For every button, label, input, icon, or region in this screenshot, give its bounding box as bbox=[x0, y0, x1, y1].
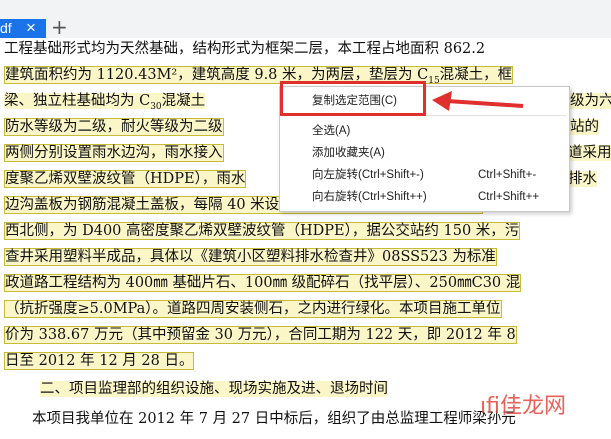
text-line: 工程基础形式均为天然基础，结构形式为框架二层，本工程占地面积 862.2 bbox=[4, 41, 486, 57]
text-line-tail: 级为六 bbox=[570, 90, 611, 112]
text-line-tail: 站的 bbox=[570, 119, 599, 135]
text-line: 防水等级为二级，耐火等级为二级 bbox=[4, 118, 224, 136]
menu-item-rotate-right[interactable]: 向右旋转(Ctrl+Shift++) bbox=[312, 188, 427, 206]
shortcut-rotate-right: Ctrl+Shift++ bbox=[478, 191, 540, 203]
text-line: 查井采用塑料半成品，具体以《建筑小区塑料排水检查井》08SS523 为标准 bbox=[4, 248, 497, 266]
text-line: 梁、独立柱基础均为 C30混凝土 bbox=[4, 93, 206, 112]
text-line: 本项目我单位在 2012 年 7 月 27 日中标后，组织了由总监理工程师梁孙元 bbox=[32, 411, 516, 427]
menu-item-select-all[interactable]: 全选(A) bbox=[312, 122, 350, 140]
text-line: 建筑面积约为 1120.43M²，建筑高度 9.8 米，为两层，垫层为 C15混… bbox=[4, 66, 514, 86]
annotation-highlight-box bbox=[280, 81, 426, 116]
section-heading: 二、项目监理部的组织设施、现场实施及进、退场时间 bbox=[40, 381, 388, 397]
text-line: （抗折强度≥5.0MPa）。道路四周安装侧石，之内进行绿化。本项目施工单位 bbox=[4, 300, 502, 318]
tab-bar: df × + bbox=[0, 0, 611, 39]
document-tab[interactable]: df × bbox=[0, 18, 46, 38]
text-line: 度聚乙烯双壁波纹管（HDPE），雨水 bbox=[4, 170, 247, 188]
text-line: 西北侧，为 D400 高密度聚乙烯双壁波纹管（HDPE），据公交站约 150 米… bbox=[4, 222, 521, 240]
close-icon[interactable]: × bbox=[26, 18, 36, 38]
text-line-tail: 道采用 bbox=[568, 145, 611, 161]
text-line: 价为 338.67 万元（其中预留金 30 万元），合同工期为 122 天，即 … bbox=[4, 326, 517, 344]
new-tab-icon[interactable]: + bbox=[51, 15, 68, 39]
text-line: 两侧分别设置雨水边沟，雨水接入 bbox=[4, 144, 224, 162]
menu-item-add-favorite[interactable]: 添加收藏夹(A) bbox=[312, 144, 385, 162]
text-line: 政道路工程结构为 400㎜ 基础片石、100㎜ 级配碎石（找平层）、250㎜C3… bbox=[4, 274, 522, 292]
text-line-tail: 排水 bbox=[568, 171, 597, 187]
shortcut-rotate-left: Ctrl+Shift+- bbox=[478, 169, 537, 181]
tab-label: df bbox=[0, 20, 12, 36]
text-line: 日至 2012 年 12 月 28 日。 bbox=[4, 352, 195, 370]
menu-item-rotate-left[interactable]: 向左旋转(Ctrl+Shift+-) bbox=[312, 166, 424, 184]
watermark: ıfi佳龙网 bbox=[480, 394, 566, 419]
